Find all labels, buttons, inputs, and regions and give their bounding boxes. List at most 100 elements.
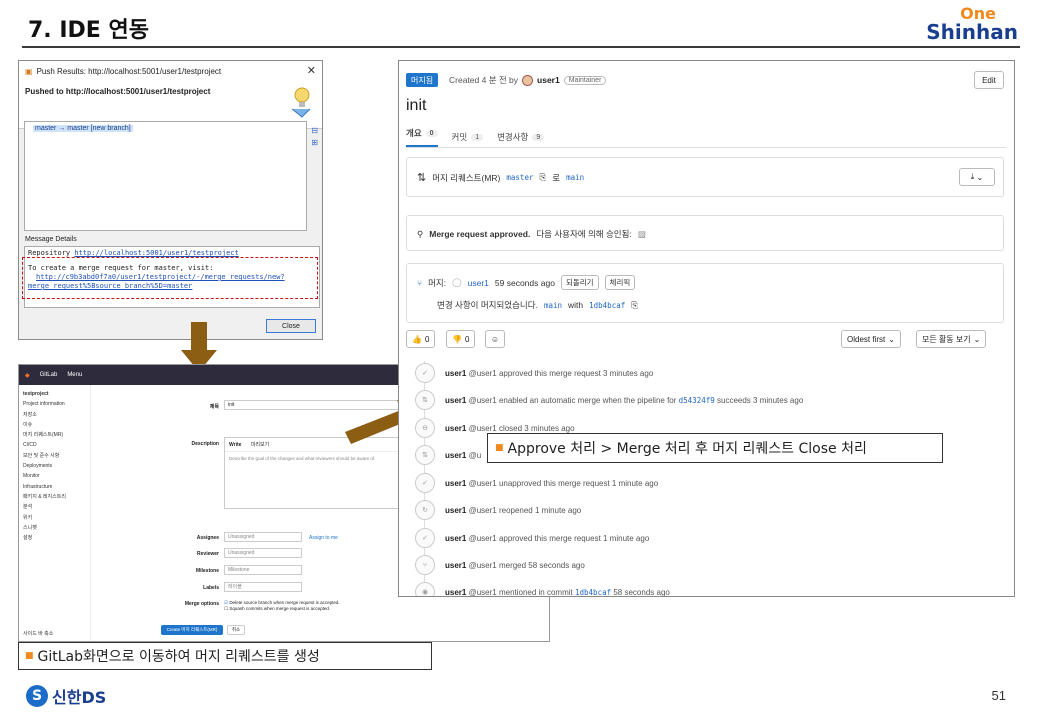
sidebar-item[interactable]: Infrastructure [23,482,86,492]
collapse-icon[interactable]: ⊟ [311,125,318,137]
sidebar-item[interactable]: Project information [23,399,86,409]
push-result-tree[interactable]: master → master [new branch] [24,121,307,231]
sidebar-item[interactable]: 보안 및 준수 사항 [23,451,86,461]
assign-to-me-link[interactable]: Assign to me [309,535,338,541]
tree-toolbar: ⊟ ⊞ [311,125,318,149]
milestone-select[interactable]: Milestone [224,565,302,575]
shinhan-emblem-icon: S [26,685,48,707]
activity-user[interactable]: user1 [445,561,466,570]
expand-icon[interactable]: ⊞ [311,137,318,149]
push-results-dialog: ▣ Push Results: http://localhost:5001/us… [18,60,323,340]
sidebar-item[interactable]: 패키지 & 레지스트리 [23,492,86,502]
merger-avatar[interactable]: ◯ [452,277,462,288]
caption-create-mr: ■ GitLab화면으로 이동하여 머지 리퀘스트를 생성 [18,642,432,670]
activity-commit[interactable]: d54324f9 [679,396,715,405]
activity-user[interactable]: user1 [445,588,466,597]
sidebar-item[interactable]: 분석 [23,502,86,512]
chevron-down-icon: ⌄ [888,334,895,344]
activity-item: ✓ user1 @user1 approved this merge reques… [415,363,653,383]
merged-branch[interactable]: main [544,301,562,310]
tab-write[interactable]: Write [229,442,241,448]
reviewer-select[interactable]: Unassigned [224,548,302,558]
sort-dropdown[interactable]: Oldest first ⌄ [841,330,901,348]
squash-checkbox[interactable]: ☐ Squash commits when merge request is a… [224,606,340,612]
sidebar-item[interactable]: 이슈 [23,420,86,430]
activity-filter-dropdown[interactable]: 모든 활동 보기 ⌄ [916,330,987,348]
edit-button[interactable]: Edit [974,71,1004,89]
thumbs-up-button[interactable]: 👍 0 [406,330,436,348]
menu-button[interactable]: Menu [67,372,82,378]
avatar[interactable] [522,74,534,86]
sidebar-item[interactable]: 스니펫 [23,523,86,533]
activity-user[interactable]: user1 [445,369,466,378]
merge-request-panel: 머지됨 Created 4 분 전 by user1 Maintainer Ed… [398,60,1015,597]
commit-icon: ◉ [415,582,435,596]
chevron-down-icon: ⌄ [973,334,981,344]
tab-label: 커밋 [451,132,468,142]
description-placeholder: Describe the goal of the changes and wha… [229,456,376,461]
push-heading: Pushed to http://localhost:5001/user1/te… [25,87,211,96]
sort-label: Oldest first [847,334,886,344]
activity-commit[interactable]: 1db4bcaf [575,588,611,597]
sidebar-item[interactable]: 머지 리퀘스트(MR) [23,430,86,440]
tab-overview[interactable]: 개요 0 [406,127,438,147]
activity-item: ↻ user1 @user1 reopened 1 minute ago [415,500,581,520]
bullet-icon: ■ [25,651,34,661]
tab-changes[interactable]: 변경사항 9 [497,127,545,147]
mr-tabs: 개요 0 커밋 1 변경사항 9 [406,127,545,147]
target-branch[interactable]: main [566,173,584,182]
approver-avatar[interactable]: ▨ [638,229,646,240]
close-icon[interactable]: ✕ [307,64,316,77]
activity-text: @user1 approved this merge request 3 min… [468,368,654,378]
revert-button[interactable]: 되돌리기 [560,275,599,290]
sidebar-item[interactable]: 설정 [23,533,86,543]
tab-count: 9 [532,133,545,141]
gitlab-brand: GitLab [39,372,58,378]
callout-approve-merge: ■ Approve 처리 > Merge 처리 후 머지 리퀘스트 Close … [487,433,943,463]
sidebar-item[interactable]: CI/CD [23,440,86,450]
delete-branch-label: Delete source branch when merge request … [229,600,340,605]
closed-icon: ⊖ [415,418,435,438]
activity-user[interactable]: user1 [445,396,466,405]
copy-icon[interactable]: ⎘ [539,172,546,183]
thumbs-down-button[interactable]: 👎 0 [446,330,476,348]
author-link[interactable]: user1 [537,75,560,85]
repo-link[interactable]: http://localhost:5001/user1/testproject [74,249,238,257]
tab-label: 개요 [406,128,422,138]
assignee-select[interactable]: Unassigned [224,532,302,542]
emoji-button[interactable]: ☺ [485,330,505,348]
copy-icon[interactable]: ⎘ [631,300,638,311]
sidebar-item[interactable]: 위키 [23,513,86,523]
sidebar-collapse[interactable]: 사이드 바 축소 [23,629,53,639]
cherry-pick-button[interactable]: 체리픽 [604,275,636,290]
activity-text: @user1 closed 3 minutes ago [468,423,575,433]
activity-user[interactable]: user1 [445,424,466,433]
sidebar-item[interactable]: Deployments [23,461,86,471]
merge-icon: ⑂ [415,555,435,575]
activity-user[interactable]: user1 [445,534,466,543]
sidebar-item[interactable]: 저장소 [23,410,86,420]
activity-user[interactable]: user1 [445,451,466,460]
tab-preview[interactable]: 미리보기 [251,442,269,448]
tab-commits[interactable]: 커밋 1 [452,127,484,147]
activity-text: @u [468,450,482,460]
merged-commit[interactable]: 1db4bcaf [589,301,625,310]
source-branch[interactable]: master [506,173,533,182]
activity-user[interactable]: user1 [445,506,466,515]
sidebar-item[interactable]: Monitor [23,471,86,481]
download-dropdown[interactable]: ⤓ ⌄ [959,168,995,186]
close-button[interactable]: Close [266,319,316,333]
labels-select[interactable]: 레이블 [224,582,302,592]
approval-icon: ✓ [415,363,435,383]
create-mr-button[interactable]: Create 머지 리퀘스트(MR) [161,625,223,635]
approved-bold: Merge request approved. [429,229,531,239]
reopen-icon: ↻ [415,500,435,520]
activity-item: ⇅ user1 @u [415,445,481,465]
merged-by-link[interactable]: user1 [468,278,489,288]
sidebar-project[interactable]: testproject [23,389,86,399]
cancel-button[interactable]: 취소 [227,625,245,635]
tab-count: 0 [425,129,438,137]
activity-text: @user1 reopened 1 minute ago [468,505,582,515]
activity-user[interactable]: user1 [445,479,466,488]
ref-update-item[interactable]: master → master [new branch] [33,125,133,132]
